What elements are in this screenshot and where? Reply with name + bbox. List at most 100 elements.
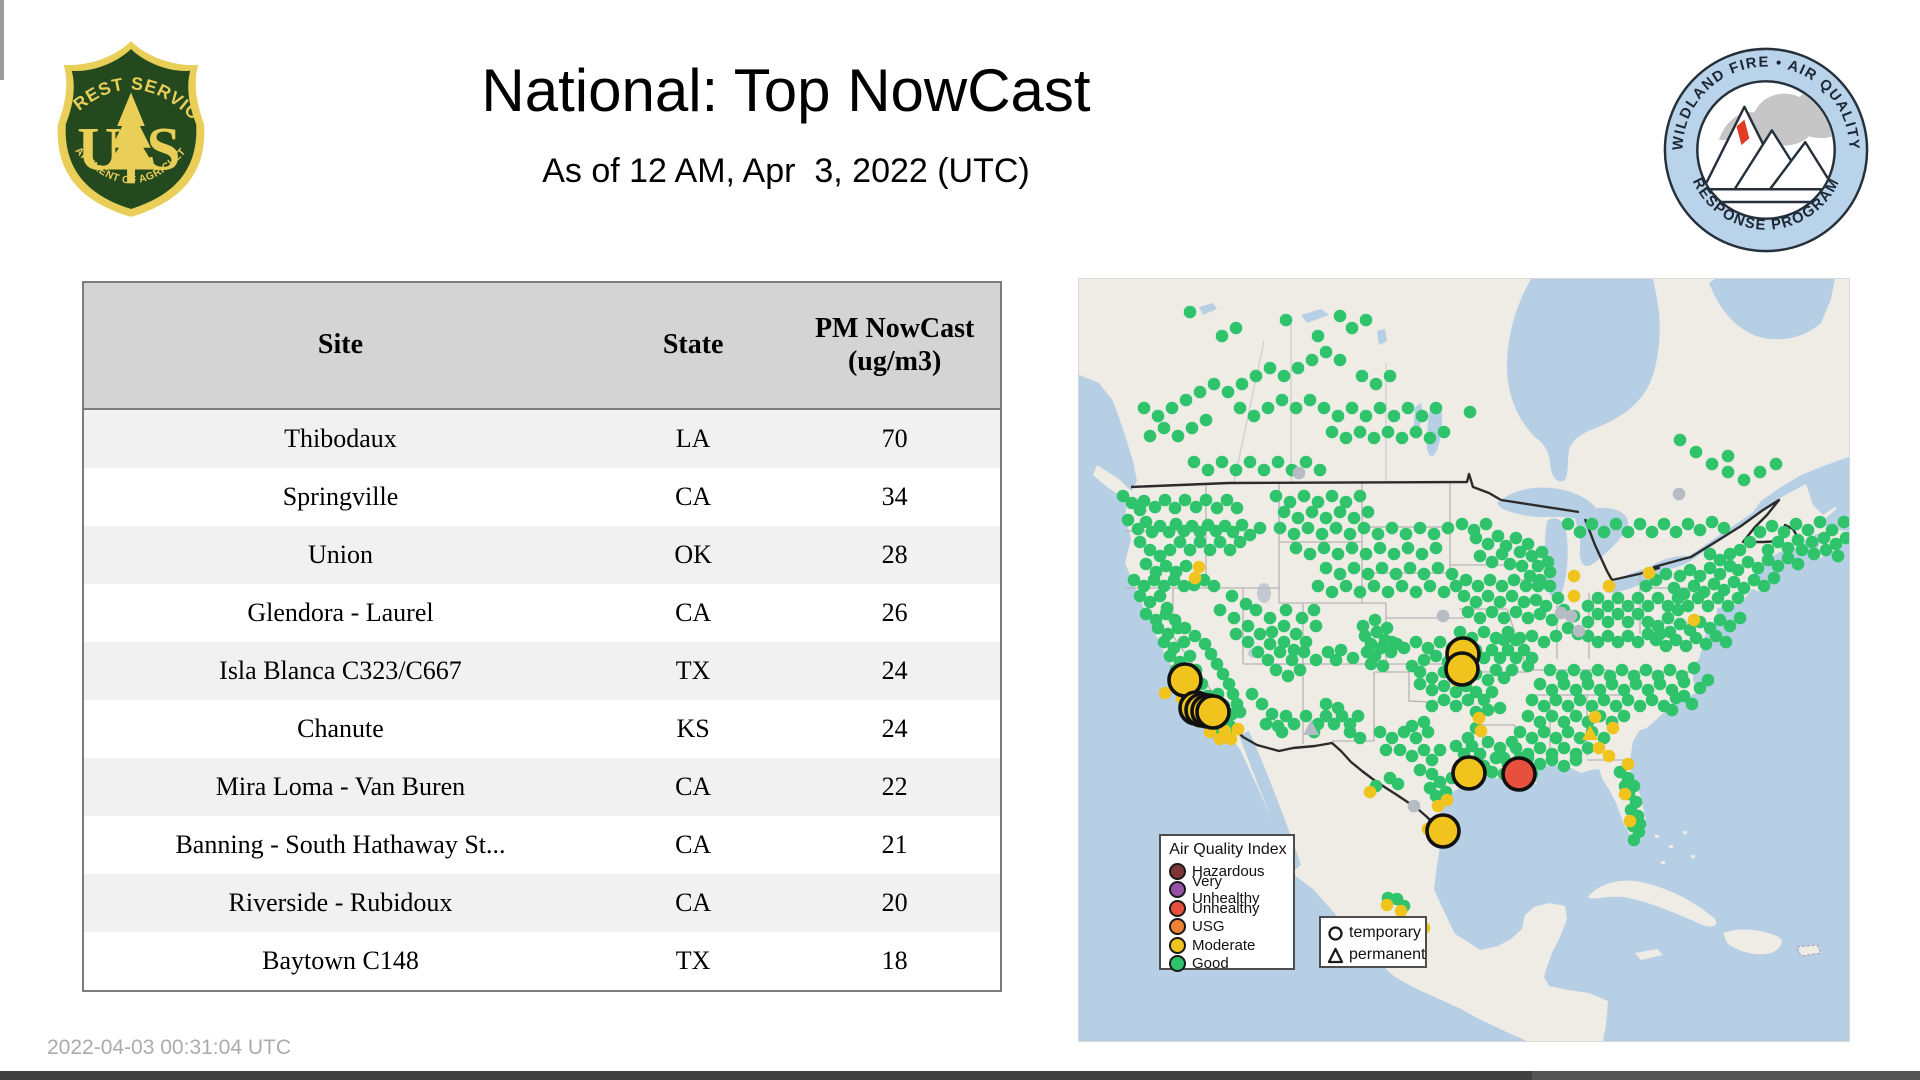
- monitor-dot-good: [1513, 631, 1527, 645]
- monitor-dot-moderate: [1621, 757, 1635, 771]
- monitor-dot-good: [1299, 709, 1313, 723]
- monitor-dot-good: [1471, 579, 1485, 593]
- monitor-dot-good: [1807, 547, 1821, 561]
- monitor-dot-good: [1601, 615, 1615, 629]
- monitor-dot-good: [1597, 693, 1611, 707]
- monitor-dot-moderate: [1380, 898, 1394, 912]
- monitor-dot-good: [1631, 607, 1645, 621]
- monitor-dot-good: [1177, 635, 1191, 649]
- table-row: Springville CA 34: [83, 468, 1001, 526]
- monitor-dot-good: [1457, 589, 1471, 603]
- monitor-dot-good: [1401, 541, 1415, 555]
- monitor-dot-good: [1409, 425, 1423, 439]
- monitor-dot-good: [1549, 731, 1563, 745]
- monitor-dot-good: [1333, 567, 1347, 581]
- monitor-dot-good: [1215, 455, 1229, 469]
- value-cell: 26: [881, 598, 908, 627]
- monitor-dot-good: [1285, 653, 1299, 667]
- monitor-dot-good: [1705, 457, 1719, 471]
- monitor-dot-good: [1697, 585, 1711, 599]
- monitor-dot-good: [1333, 309, 1347, 323]
- monitor-dot-good: [1557, 759, 1571, 773]
- monitor-dot-moderate: [1602, 579, 1616, 593]
- value-cell: 20: [881, 888, 908, 917]
- monitor-dot-good: [1767, 571, 1781, 585]
- monitor-dot-good: [1245, 687, 1259, 701]
- monitor-dot-good: [1368, 613, 1382, 627]
- monitor-dot-good: [1533, 607, 1547, 621]
- monitor-dot-good: [1639, 579, 1653, 593]
- aqi-legend-title: Air Quality Index: [1169, 841, 1287, 858]
- monitor-dot-good: [1509, 531, 1523, 545]
- monitor-dot-good: [1263, 361, 1277, 375]
- monitor-dot-moderate: [1363, 785, 1377, 799]
- monitor-dot-good: [1289, 541, 1303, 555]
- site-cell: Glendora - Laurel: [247, 598, 434, 627]
- monitor-dot-good: [1359, 409, 1373, 423]
- monitor-dot-good: [1645, 525, 1659, 539]
- monitor-dot-good: [1495, 579, 1509, 593]
- monitor-dot-good: [1325, 585, 1339, 599]
- monitor-dot-good: [1459, 573, 1473, 587]
- monitor-dot-good: [1369, 377, 1383, 391]
- bottom-scrollbar[interactable]: [0, 1071, 1920, 1080]
- monitor-dot-good: [1289, 401, 1303, 415]
- monitor-dot-good: [1677, 587, 1691, 601]
- monitor-dot-good: [1287, 527, 1301, 541]
- monitor-dot-good: [1717, 521, 1731, 535]
- aqi-swatch-usg: [1169, 918, 1186, 936]
- monitor-dot-good: [1307, 603, 1321, 617]
- monitor-dot-good: [1685, 697, 1699, 711]
- monitor-dot-good: [1597, 525, 1611, 539]
- monitor-dot-good: [1133, 535, 1147, 549]
- monitor-dot-good: [1303, 547, 1317, 561]
- monitor-dot-good: [1781, 541, 1795, 555]
- monitor-dot-good: [1657, 517, 1671, 531]
- monitor-dot-good: [1261, 653, 1275, 667]
- site-cell: Baytown C148: [262, 946, 419, 975]
- monitor-dot-moderate: [1642, 566, 1656, 580]
- monitor-dot-good: [1301, 521, 1315, 535]
- monitor-dot-good: [1183, 543, 1197, 557]
- monitor-dot-good: [1483, 573, 1497, 587]
- monitor-dot-good: [1497, 611, 1511, 625]
- monitor-dot-good: [1139, 557, 1153, 571]
- value-cell: 24: [881, 714, 908, 743]
- monitor-dot-moderate: [1188, 571, 1202, 585]
- monitor-dot-good: [1681, 517, 1695, 531]
- monitor-dot-good: [1168, 501, 1182, 515]
- monitor-dot-good: [1263, 611, 1277, 625]
- monitor-dot-good: [1653, 677, 1667, 691]
- monitor-dot-good: [1645, 693, 1659, 707]
- top-site-marker-unhealthy: [1501, 756, 1537, 792]
- monitor-dot-good: [1737, 473, 1751, 487]
- monitor-dot-good: [1493, 595, 1507, 609]
- monitor-dot-good: [1569, 753, 1583, 767]
- monitor-dot-good: [1277, 369, 1291, 383]
- monitor-dot-good: [1693, 569, 1707, 583]
- monitor-dot-good: [1627, 833, 1641, 847]
- legend-label-permanent: permanent: [1349, 946, 1426, 963]
- monitor-dot-good: [1557, 677, 1571, 691]
- table-row: Isla Blanca C323/C667 TX 24: [83, 642, 1001, 700]
- monitor-dot-good: [1381, 585, 1395, 599]
- monitor-dot-good: [1353, 489, 1367, 503]
- monitor-dot-good: [1543, 565, 1557, 579]
- monitor-dot-good: [1525, 629, 1539, 643]
- monitor-dot-moderate: [1606, 721, 1620, 735]
- monitor-dot-good: [1753, 525, 1767, 539]
- monitor-dot-good: [1355, 369, 1369, 383]
- monitor-dot-moderate: [1687, 613, 1701, 627]
- monitor-dot-good: [1409, 731, 1423, 745]
- table-row: Riverside - Rubidoux CA 20: [83, 874, 1001, 932]
- monitor-dot-good: [1485, 685, 1499, 699]
- monitor-dot-good: [1489, 631, 1503, 645]
- monitor-dot-good: [1585, 699, 1599, 713]
- monitor-dot-good: [1168, 613, 1182, 627]
- bottom-scrollbar-segment[interactable]: [1532, 1071, 1920, 1080]
- monitor-dot-good: [1160, 601, 1174, 615]
- column-header-pm-nowcast: PM NowCast (ug/m3): [789, 282, 1001, 410]
- monitor-dot-good: [1339, 431, 1353, 445]
- monitor-dot-good: [1353, 585, 1367, 599]
- monitor-dot-good: [1423, 781, 1437, 795]
